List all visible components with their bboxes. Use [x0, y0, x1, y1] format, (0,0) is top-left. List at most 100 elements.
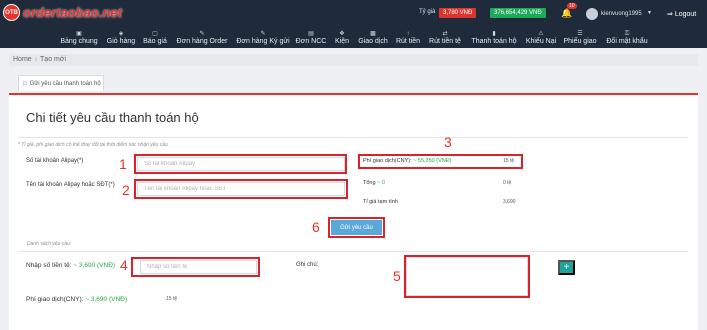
amount-label: Nhập số tiền tệ: ~ 3,690 (VNĐ) — [26, 262, 115, 269]
row-fee-label: Phí giao dịch(CNY): ~ 3,690 (VNĐ) — [26, 296, 127, 303]
highlight-box-4 — [131, 257, 260, 277]
breadcrumb-home[interactable]: Home — [13, 56, 32, 63]
nav-label: Bảng chung — [60, 38, 98, 45]
nav-label: Khiếu Nại — [525, 38, 557, 45]
nav-label: Thanh toán hộ — [471, 38, 517, 45]
amount-vnd: ~ 3,690 (VNĐ) — [73, 262, 116, 269]
exchange-rate-badge: 3,780 VNĐ — [439, 8, 477, 18]
total-label: Tổng ~ 0 — [363, 180, 385, 186]
order-icon: ✎ — [199, 31, 205, 37]
nav-item-cart[interactable]: ◈ Giỏ hàng — [104, 28, 138, 48]
total-label-text: Tổng — [363, 180, 376, 186]
payment-icon: ▮ — [492, 31, 496, 37]
rate-note: * Tỉ giá, phí giao dịch có thể thay đổi … — [18, 142, 168, 148]
annotation-3: 3 — [444, 134, 452, 150]
dashboard-icon: ▣ — [76, 31, 82, 37]
consign-icon: ✎ — [260, 31, 266, 37]
logout-link[interactable]: ⇒ Logout — [667, 10, 696, 18]
quote-icon: ▢ — [152, 31, 158, 37]
nav-item-transaction[interactable]: ▩ Giao dịch — [356, 28, 390, 48]
tab-label: Gửi yêu cầu thanh toán hộ — [29, 80, 101, 87]
nav-item-withdraw[interactable]: ↑ Rút tiền — [392, 28, 424, 48]
nav-item-complaint[interactable]: ⚠ Khiếu Nại — [523, 28, 559, 48]
username[interactable]: kienvuong1995 — [601, 11, 642, 17]
top-bar: OTB ordertaobao.net Tỷ giá 3,780 VNĐ 376… — [0, 0, 707, 28]
balance-badge[interactable]: 376,654,429 VNĐ — [490, 8, 546, 18]
nav-item-change-password[interactable]: ⚿ Đổi mật khẩu — [601, 28, 653, 48]
annotation-1: 1 — [119, 156, 127, 172]
nav-item-order[interactable]: ✎ Đơn hàng Order — [172, 28, 232, 48]
highlight-box-2 — [134, 179, 348, 199]
fee-label-text: Phí giao dịch(CNY): — [363, 158, 412, 164]
bell-icon[interactable]: 🔔 — [561, 8, 572, 19]
chevron-down-icon[interactable]: ▼ — [647, 10, 652, 16]
divider — [18, 137, 688, 138]
document-icon: □ — [23, 80, 27, 87]
fee-vnd: ~ 55,350 (VNĐ) — [413, 158, 452, 164]
avatar[interactable] — [586, 8, 598, 20]
breadcrumb: Home › Tạo mới — [9, 54, 698, 66]
nav-item-currency-withdraw[interactable]: ⇄ Rút tiền tệ — [426, 28, 464, 48]
nav-label: Rút tiền — [395, 38, 421, 45]
nav-item-payment[interactable]: ▮ Thanh toán hộ — [467, 28, 521, 48]
nav-label: Báo giá — [143, 38, 167, 45]
breadcrumb-current: Tạo mới — [40, 56, 67, 63]
main-nav: ▣ Bảng chung ◈ Giỏ hàng ▢ Báo giá ✎ Đơn hàng… — [0, 28, 707, 48]
notification-count: 10 — [567, 3, 577, 9]
complaint-icon: ⚠ — [538, 31, 544, 37]
nav-label: Đơn NCC — [295, 38, 327, 45]
breadcrumb-separator: › — [34, 56, 38, 63]
highlight-box-5 — [404, 255, 530, 298]
amount-label-text: Nhập số tiền tệ: — [26, 262, 72, 269]
key-icon: ⚿ — [624, 31, 630, 37]
nav-label: Đơn hàng Ký gửi — [236, 38, 290, 45]
total-vnd: ~ 0 — [377, 180, 385, 186]
nav-label: Giao dịch — [358, 38, 388, 45]
nav-item-delivery-note[interactable]: ☰ Phiếu giao — [561, 28, 599, 48]
logo-badge: OTB — [3, 4, 20, 21]
add-row-button[interactable]: + — [558, 260, 575, 275]
row-fee-vnd: ~ 3,690 (VNĐ) — [85, 296, 127, 303]
alipay-account-label: Số tài khoản Alipay(*) — [26, 158, 84, 164]
annotation-6: 6 — [312, 219, 320, 235]
row-fee-label-text: Phí giao dịch(CNY): — [26, 296, 84, 303]
nav-item-dashboard[interactable]: ▣ Bảng chung — [56, 28, 102, 48]
nav-label: Đổi mật khẩu — [606, 38, 648, 45]
annotation-5: 5 — [393, 268, 401, 284]
fee-value: 15 tệ — [503, 158, 515, 164]
logout-label: Logout — [674, 11, 697, 18]
total-value: 0 tệ — [503, 180, 512, 186]
nav-item-supplier[interactable]: ▤ Đơn NCC — [294, 28, 328, 48]
annotation-2: 2 — [122, 182, 130, 198]
fee-label: Phí giao dịch(CNY): ~ 55,350 (VNĐ) — [363, 158, 452, 164]
page-title: Chi tiết yêu cầu thanh toán hộ — [26, 110, 199, 125]
tab-payment-request[interactable]: □ Gửi yêu cầu thanh toán hộ — [18, 75, 104, 91]
cart-icon: ◈ — [118, 31, 124, 37]
alipay-name-label: Tên tài khoản Alipay hoặc SĐT(*) — [26, 182, 115, 188]
main-card — [9, 93, 698, 330]
supplier-icon: ▤ — [308, 31, 314, 37]
logo-text: ordertaobao.net — [23, 5, 122, 20]
submit-button[interactable]: Gửi yêu cầu — [331, 220, 382, 235]
divider — [18, 251, 688, 252]
nav-label: Giỏ hàng — [106, 38, 136, 45]
annotation-4: 4 — [120, 257, 128, 273]
package-icon: ❖ — [339, 31, 345, 37]
nav-item-quote[interactable]: ▢ Báo giá — [140, 28, 170, 48]
logo[interactable]: OTB ordertaobao.net — [3, 4, 122, 21]
note-label: Ghi chú: — [296, 262, 319, 268]
request-list-title: Danh sách yêu cầu: — [27, 241, 72, 247]
currency-withdraw-icon: ⇄ — [442, 31, 448, 37]
transaction-icon: ▩ — [370, 31, 376, 37]
row-fee-value: 15 tệ — [166, 296, 178, 302]
withdraw-icon: ↑ — [406, 31, 410, 37]
rate-estimate-label: Tỉ giá tạm tính — [363, 199, 398, 205]
nav-label: Đơn hàng Order — [176, 38, 228, 45]
rate-estimate-value: 3,690 — [503, 199, 516, 205]
nav-label: Rút tiền tệ — [429, 38, 461, 45]
nav-item-package[interactable]: ❖ Kiện — [330, 28, 354, 48]
nav-label: Kiện — [334, 38, 349, 45]
nav-item-consign[interactable]: ✎ Đơn hàng Ký gửi — [234, 28, 292, 48]
delivery-note-icon: ☰ — [577, 31, 583, 37]
nav-label: Phiếu giao — [563, 38, 597, 45]
